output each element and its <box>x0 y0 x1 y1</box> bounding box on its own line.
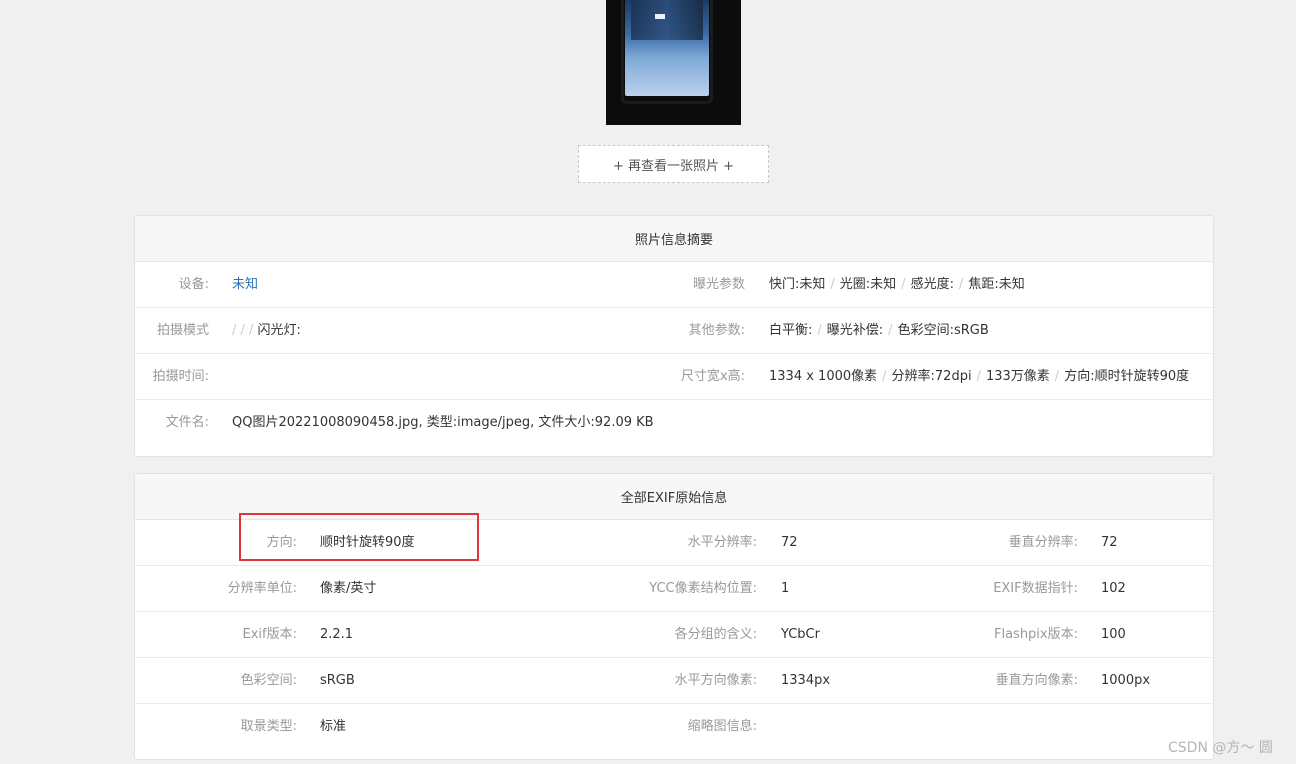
exif-label: YCC像素结构位置: <box>649 581 757 596</box>
exposure-comp-value: 曝光补偿: <box>826 323 884 338</box>
size-label: 尺寸宽x高: <box>680 369 745 384</box>
exif-label: EXIF数据指针: <box>993 581 1078 596</box>
exif-label: 取景类型: <box>240 719 297 734</box>
exif-value: 72 <box>1101 535 1118 550</box>
aperture-value: 光圈:未知 <box>839 277 897 292</box>
exif-label: 各分组的含义: <box>674 627 757 642</box>
exif-label: 垂直方向像素: <box>995 673 1078 688</box>
other-params-label: 其他参数: <box>688 323 745 338</box>
summary-panel-title: 照片信息摘要 <box>135 216 1213 262</box>
filename-value: QQ图片20221008090458.jpg, 类型:image/jpeg, 文… <box>232 415 654 430</box>
mode-values: / / / 闪光灯: <box>232 308 301 353</box>
exif-value: 1 <box>781 581 790 596</box>
separator: / <box>830 277 835 292</box>
exif-value: 顺时针旋转90度 <box>320 535 415 550</box>
exif-label: 方向: <box>266 535 297 550</box>
color-space-value: 色彩空间:sRGB <box>897 323 989 338</box>
csdn-watermark: CSDN @方～ 圆 <box>1168 740 1273 756</box>
exif-row: 方向: 顺时针旋转90度 水平分辨率: 72 垂直分辨率: 72 <box>135 520 1213 566</box>
separator: / <box>817 323 822 338</box>
size-values: 1334 x 1000像素 / 分辨率:72dpi / 133万像素 / 方向:顺时针旋转9… <box>769 354 1189 399</box>
dimensions-value: 1334 x 1000像素 <box>769 369 878 384</box>
device-label: 设备: <box>178 277 209 292</box>
exif-row: 分辨率单位: 像素/英寸 YCC像素结构位置: 1 EXIF数据指针: 102 <box>135 566 1213 612</box>
flash-value: 闪光灯: <box>257 323 301 338</box>
exif-value: YCbCr <box>781 627 820 642</box>
megapixels-value: 133万像素 <box>985 369 1050 384</box>
separator: / <box>888 323 893 338</box>
separator: / <box>882 369 887 384</box>
exif-value: 72 <box>781 535 798 550</box>
summary-row-filename: 文件名: QQ图片20221008090458.jpg, 类型:image/jp… <box>135 400 1213 445</box>
exif-raw-info-panel: 全部EXIF原始信息 方向: 顺时针旋转90度 水平分辨率: 72 垂直分辨率:… <box>134 473 1214 760</box>
focal-value: 焦距:未知 <box>968 277 1025 292</box>
summary-row-time: 拍摄时间: 尺寸宽x高: 1334 x 1000像素 / 分辨率:72dpi/133… <box>135 354 1213 400</box>
exif-value: sRGB <box>320 673 355 688</box>
exposure-label: 曝光参数 <box>692 277 745 292</box>
time-label: 拍摄时间: <box>152 369 209 384</box>
orientation-value: 方向:顺时针旋转90度 <box>1064 369 1190 384</box>
exif-row: 取景类型: 标准 缩略图信息: <box>135 704 1213 749</box>
exif-label: 分辨率单位: <box>227 581 297 596</box>
resolution-value: 分辨率:72dpi <box>891 369 972 384</box>
exif-value: 1334px <box>781 673 831 688</box>
exif-label: 水平分辨率: <box>687 535 757 550</box>
exif-label: Flashpix版本: <box>993 627 1078 642</box>
exif-label: 缩略图信息: <box>687 719 757 734</box>
filename-label: 文件名: <box>165 415 209 430</box>
photo-summary-panel: 照片信息摘要 设备: 未知 曝光参数 快门:未知 / 光圈:未知 / 感光度: / 焦距:未… <box>134 215 1214 457</box>
exif-value: 像素/英寸 <box>320 581 377 596</box>
photo-thumbnail[interactable] <box>606 0 741 125</box>
separator: / <box>901 277 906 292</box>
exposure-values: 快门:未知 / 光圈:未知 / 感光度: / 焦距:未知 <box>769 262 1025 307</box>
separator: / <box>1054 369 1060 384</box>
exif-label: 垂直分辨率: <box>1008 535 1078 550</box>
exif-value: 100 <box>1101 627 1126 642</box>
page: + 再查看一张照片 + 照片信息摘要 设备: 未知 曝光参数 快门:未知 / 光圈:… <box>0 0 1296 764</box>
view-another-photo-button[interactable]: + 再查看一张照片 + <box>578 145 769 183</box>
separator: / <box>976 369 981 384</box>
exif-row: 色彩空间: sRGB 水平方向像素: 1334px 垂直方向像素: 1000px <box>135 658 1213 704</box>
exif-value: 1000px <box>1101 673 1151 688</box>
summary-row-mode: 拍摄模式 / / / 闪光灯: 其他参数: 白平衡: / 曝光补偿: / 色彩空间:sR… <box>135 308 1213 354</box>
summary-row-device: 设备: 未知 曝光参数 快门:未知 / 光圈:未知 / 感光度: / 焦距:未知 <box>135 262 1213 308</box>
exif-panel-title: 全部EXIF原始信息 <box>135 474 1213 520</box>
exif-row: Exif版本: 2.2.1 各分组的含义: YCbCr Flashpix版本: … <box>135 612 1213 658</box>
white-balance-value: 白平衡: <box>769 323 813 338</box>
thumbnail-phone-bezel <box>621 0 713 104</box>
mode-separators: / / / <box>232 323 254 338</box>
shutter-value: 快门:未知 <box>769 277 826 292</box>
mode-label: 拍摄模式 <box>156 323 209 338</box>
iso-value: 感光度: <box>910 277 954 292</box>
device-value-link[interactable]: 未知 <box>232 262 258 307</box>
exif-label: 色彩空间: <box>240 673 297 688</box>
other-params-values: 白平衡: / 曝光补偿: / 色彩空间:sRGB <box>769 308 989 353</box>
exif-value: 102 <box>1101 581 1126 596</box>
exif-label: 水平方向像素: <box>674 673 757 688</box>
separator: / <box>958 277 964 292</box>
exif-value: 标准 <box>320 719 347 734</box>
exif-label: Exif版本: <box>242 627 297 642</box>
exif-value: 2.2.1 <box>320 627 354 642</box>
